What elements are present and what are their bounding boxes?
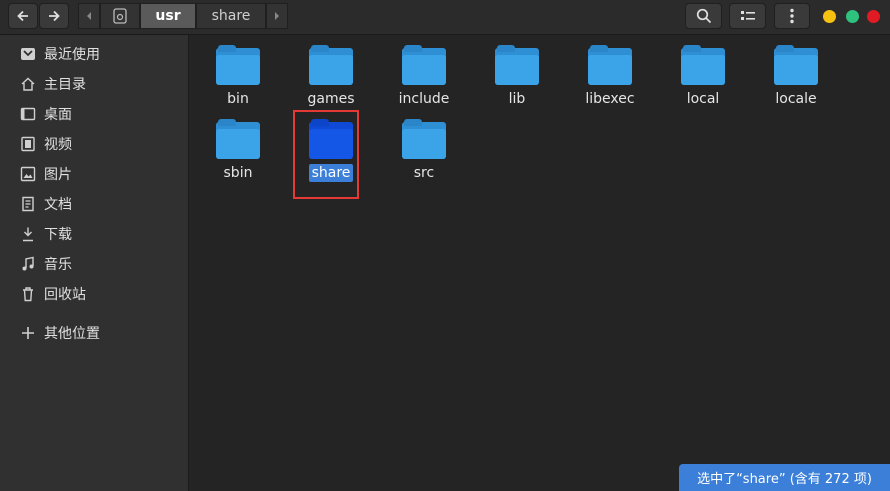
search-button[interactable] — [685, 3, 722, 29]
sidebar-item-label: 主目录 — [44, 77, 86, 93]
file-item-lib[interactable]: lib — [472, 45, 562, 107]
file-name: sbin — [223, 165, 253, 181]
file-name: bin — [227, 91, 249, 107]
sidebar-item-desktop[interactable]: 桌面 — [20, 102, 72, 126]
sidebar-item-label: 最近使用 — [44, 47, 100, 63]
sidebar-item-music[interactable]: 音乐 — [20, 252, 72, 276]
sidebar-item-documents[interactable]: 文档 — [20, 192, 72, 216]
chevron-right-icon — [275, 12, 279, 20]
file-item-local[interactable]: local — [658, 45, 748, 107]
home-icon — [20, 76, 36, 92]
breadcrumb-scroll-right[interactable] — [266, 3, 288, 29]
recent-icon — [20, 46, 36, 62]
folder-icon — [402, 45, 446, 85]
file-name: libexec — [585, 91, 635, 107]
sidebar-item-downloads[interactable]: 下载 — [20, 222, 72, 246]
file-item-include[interactable]: include — [379, 45, 469, 107]
file-grid: bin games include lib libexec local loca… — [189, 35, 890, 491]
music-icon — [20, 256, 36, 272]
file-name: lib — [508, 91, 526, 107]
drive-icon — [113, 8, 127, 24]
file-item-locale[interactable]: locale — [751, 45, 841, 107]
desktop-icon — [20, 106, 36, 122]
sidebar-item-label: 文档 — [44, 197, 72, 213]
sidebar-item-label: 其他位置 — [44, 326, 100, 342]
file-name: games — [307, 91, 355, 107]
breadcrumb-share[interactable]: share — [196, 3, 266, 29]
sidebar-item-label: 回收站 — [44, 287, 86, 303]
plus-icon — [20, 325, 36, 341]
breadcrumb: usr share — [78, 3, 293, 29]
folder-icon — [216, 119, 260, 159]
forward-button[interactable] — [39, 3, 69, 29]
download-icon — [20, 226, 36, 242]
sidebar-item-other-locations[interactable]: 其他位置 — [20, 321, 100, 345]
file-name: include — [398, 91, 450, 107]
folder-icon — [216, 45, 260, 85]
sidebar-item-pictures[interactable]: 图片 — [20, 162, 72, 186]
status-bar: 选中了“share” (含有 272 项) — [679, 464, 890, 491]
file-item-libexec[interactable]: libexec — [565, 45, 655, 107]
breadcrumb-scroll-left[interactable] — [78, 3, 100, 29]
sidebar-item-label: 视频 — [44, 137, 72, 153]
arrow-left-icon — [17, 10, 28, 22]
selection-highlight-box — [293, 110, 359, 199]
file-name: src — [413, 165, 435, 181]
sidebar-item-video[interactable]: 视频 — [20, 132, 72, 156]
file-item-bin[interactable]: bin — [193, 45, 283, 107]
folder-icon — [402, 119, 446, 159]
trash-icon — [20, 286, 36, 302]
chevron-left-icon — [87, 12, 91, 20]
sidebar-item-label: 桌面 — [44, 107, 72, 123]
minimize-button[interactable] — [823, 10, 836, 23]
sidebar-item-recent[interactable]: 最近使用 — [20, 42, 100, 66]
sidebar-item-label: 图片 — [44, 167, 72, 183]
video-icon — [20, 136, 36, 152]
picture-icon — [20, 166, 36, 182]
folder-icon — [681, 45, 725, 85]
sidebar-item-label: 下载 — [44, 227, 72, 243]
file-item-src[interactable]: src — [379, 119, 469, 181]
sidebar-item-trash[interactable]: 回收站 — [20, 282, 86, 306]
folder-icon — [774, 45, 818, 85]
sidebar-item-home[interactable]: 主目录 — [20, 72, 86, 96]
file-name: local — [686, 91, 720, 107]
file-item-sbin[interactable]: sbin — [193, 119, 283, 181]
file-item-games[interactable]: games — [286, 45, 376, 107]
sidebar: 最近使用 主目录 桌面 视频 图片 文档 下载 音乐 回收站 其他位置 — [0, 35, 189, 491]
document-icon — [20, 196, 36, 212]
search-icon — [696, 8, 711, 24]
breadcrumb-usr[interactable]: usr — [140, 3, 196, 29]
sidebar-item-label: 音乐 — [44, 257, 72, 273]
maximize-button[interactable] — [846, 10, 859, 23]
folder-icon — [309, 45, 353, 85]
back-button[interactable] — [8, 3, 38, 29]
folder-icon — [495, 45, 539, 85]
view-button[interactable] — [729, 3, 766, 29]
menu-icon — [790, 8, 794, 24]
header-bar: usr share — [0, 0, 890, 35]
breadcrumb-drive[interactable] — [100, 3, 140, 29]
list-view-icon — [740, 11, 755, 20]
file-name: locale — [775, 91, 817, 107]
folder-icon — [588, 45, 632, 85]
menu-button[interactable] — [774, 3, 810, 29]
close-button[interactable] — [867, 10, 880, 23]
arrow-right-icon — [49, 10, 60, 22]
